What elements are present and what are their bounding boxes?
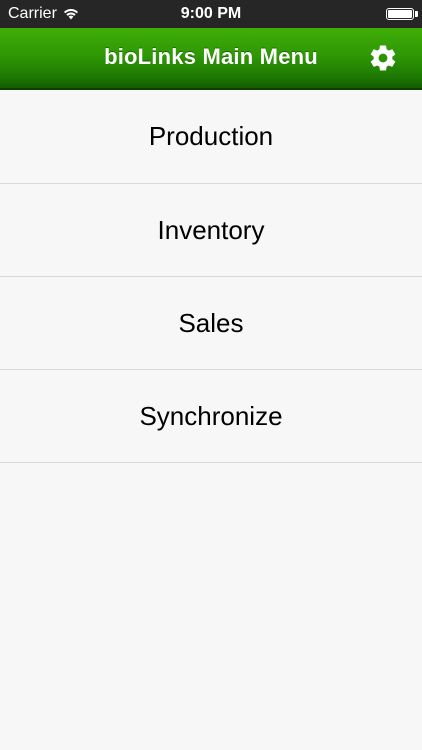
page-title: bioLinks Main Menu (104, 44, 318, 69)
menu-item-synchronize[interactable]: Synchronize (0, 370, 422, 463)
main-menu: Production Inventory Sales Synchronize (0, 90, 422, 463)
menu-item-sales[interactable]: Sales (0, 277, 422, 370)
nav-bar: bioLinks Main Menu (0, 28, 422, 90)
battery-icon (386, 8, 414, 20)
status-bar: Carrier 9:00 PM (0, 0, 422, 28)
battery-tip (415, 11, 418, 17)
menu-item-production[interactable]: Production (0, 90, 422, 184)
gear-icon[interactable] (368, 43, 398, 73)
status-time: 9:00 PM (180, 5, 242, 22)
battery-fill (388, 10, 412, 18)
menu-item-inventory[interactable]: Inventory (0, 184, 422, 277)
